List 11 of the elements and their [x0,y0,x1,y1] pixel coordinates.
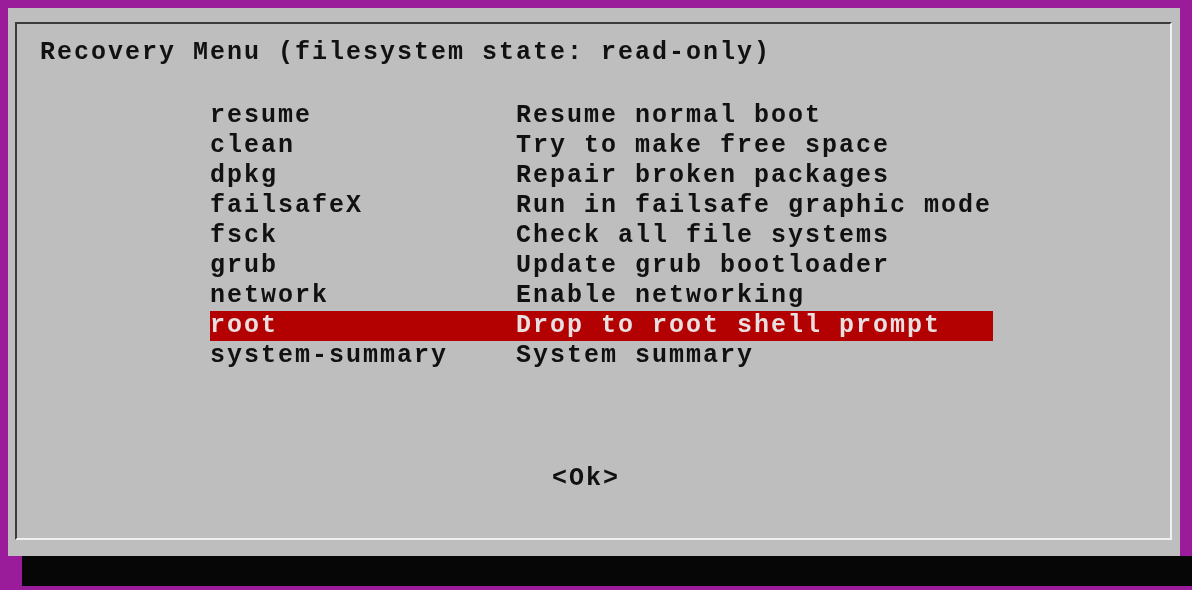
dialog-title: Recovery Menu (filesystem state: read-only) [40,38,773,68]
menu-item[interactable]: dpkg Repair broken packages [210,161,993,191]
menu-item[interactable]: system-summary System summary [210,341,993,371]
menu-item[interactable]: failsafeX Run in failsafe graphic mode [210,191,993,221]
menu-item[interactable]: fsck Check all file systems [210,221,993,251]
menu-item[interactable]: root Drop to root shell prompt [210,311,993,341]
menu-item[interactable]: network Enable networking [210,281,993,311]
ok-button[interactable]: <Ok> [552,464,620,494]
menu-item[interactable]: resume Resume normal boot [210,101,993,131]
menu-item[interactable]: grub Update grub bootloader [210,251,993,281]
menu-item[interactable]: clean Try to make free space [210,131,993,161]
